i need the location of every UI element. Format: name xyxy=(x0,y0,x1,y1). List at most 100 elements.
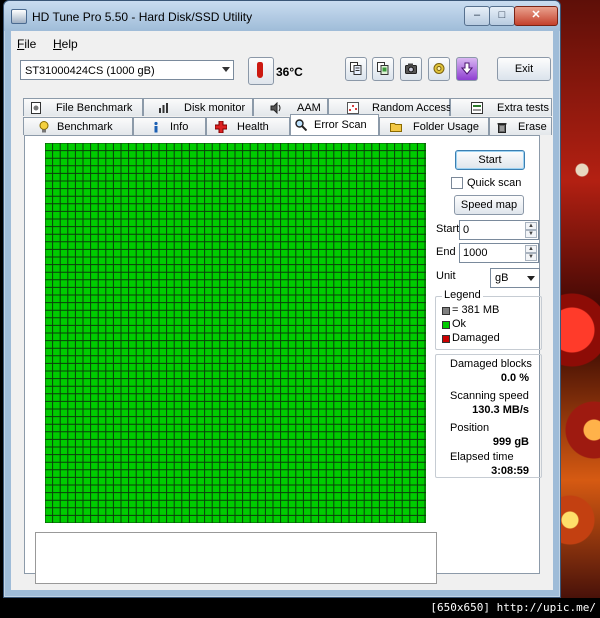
damaged-blocks-value: 0.0 % xyxy=(500,372,529,384)
position-value: 999 gB xyxy=(492,436,529,448)
copy-screenshot-button[interactable] xyxy=(372,57,394,81)
copy-screenshot-icon xyxy=(377,62,389,75)
legend-block-size: = 381 MB xyxy=(452,304,500,316)
unit-select-value: gB xyxy=(495,272,509,284)
scan-block-map xyxy=(45,143,426,523)
save-icon xyxy=(461,62,473,75)
tab-disk-monitor-label: Disk monitor xyxy=(184,102,246,114)
start-input[interactable]: 0 ▲ ▼ xyxy=(459,220,539,240)
menu-file-label: ile xyxy=(24,37,37,51)
menu-help-mnemonic: H xyxy=(53,37,62,51)
spin-down-icon[interactable]: ▼ xyxy=(525,230,537,238)
file-benchmark-icon xyxy=(31,102,41,114)
menu-bar: File Help xyxy=(11,33,553,53)
elapsed-time-label: Elapsed time xyxy=(450,451,514,463)
legend-ok: Ok xyxy=(452,318,467,330)
folder-icon xyxy=(390,123,402,132)
tab-folder-usage[interactable]: Folder Usage xyxy=(379,117,489,135)
info-icon xyxy=(154,121,158,133)
tab-extra-tests-label: Extra tests xyxy=(497,102,549,114)
image-watermark-bar: [650x650] http://upic.me/ xyxy=(0,598,600,618)
exit-button[interactable]: Exit xyxy=(497,57,551,81)
camera-icon xyxy=(405,63,417,74)
damaged-blocks-label: Damaged blocks xyxy=(450,358,532,370)
copy-info-icon xyxy=(350,62,362,75)
maximize-button[interactable]: □ xyxy=(489,6,515,26)
menu-help[interactable]: Help xyxy=(53,37,78,51)
speaker-icon xyxy=(270,102,281,114)
tab-erase-label: Erase xyxy=(518,121,547,133)
scan-block-grid xyxy=(45,143,426,523)
tab-info[interactable]: Info xyxy=(133,117,206,135)
error-scan-panel: Start Quick scan Speed map Start 0 ▲ ▼ E… xyxy=(24,135,542,584)
tab-disk-monitor[interactable]: Disk monitor xyxy=(143,98,253,116)
tab-info-label: Info xyxy=(170,121,189,133)
chevron-down-icon xyxy=(222,67,230,72)
toolbar: ST31000424CS (1000 gB) 36°C Exit xyxy=(11,54,553,90)
drive-select-value: ST31000424CS (1000 gB) xyxy=(25,65,155,77)
spin-down-icon[interactable]: ▼ xyxy=(525,253,537,261)
copy-info-button[interactable] xyxy=(345,57,367,81)
trash-icon xyxy=(497,123,507,133)
legend-group: Legend = 381 MB Ok Damaged xyxy=(435,289,542,350)
end-input[interactable]: 1000 ▲ ▼ xyxy=(459,243,539,263)
tab-benchmark[interactable]: Benchmark xyxy=(23,117,133,135)
menu-file[interactable]: File xyxy=(17,37,36,51)
legend-swatch-block-size xyxy=(442,307,450,315)
legend-damaged: Damaged xyxy=(452,332,500,344)
start-input-value: 0 xyxy=(463,224,470,236)
camera-button[interactable] xyxy=(400,57,422,81)
tab-extra-tests[interactable]: Extra tests xyxy=(450,98,552,116)
options-icon xyxy=(433,63,445,74)
legend-title: Legend xyxy=(442,289,483,301)
window-client: File Help ST31000424CS (1000 gB) 36°C Ex… xyxy=(11,31,553,590)
unit-label: Unit xyxy=(436,270,456,282)
tab-folder-usage-label: Folder Usage xyxy=(413,121,480,133)
spin-up-icon[interactable]: ▲ xyxy=(525,222,537,230)
app-window: HD Tune Pro 5.50 - Hard Disk/SSD Utility… xyxy=(3,0,561,598)
close-button[interactable]: ✕ xyxy=(514,6,558,26)
extra-tests-icon xyxy=(471,102,483,114)
start-scan-button[interactable]: Start xyxy=(455,150,525,170)
legend-swatch-damaged xyxy=(442,335,450,343)
elapsed-time-value: 3:08:59 xyxy=(491,465,529,477)
spin-up-icon[interactable]: ▲ xyxy=(525,245,537,253)
options-button[interactable] xyxy=(428,57,450,81)
scan-stats-group: Damaged blocks 0.0 % Scanning speed 130.… xyxy=(435,354,542,478)
tab-health[interactable]: Health xyxy=(206,117,290,135)
tab-benchmark-label: Benchmark xyxy=(57,121,113,133)
disk-monitor-icon xyxy=(159,103,168,113)
tab-file-benchmark[interactable]: File Benchmark xyxy=(23,98,143,116)
quick-scan-checkbox[interactable] xyxy=(451,177,463,189)
magnifier-icon xyxy=(295,119,307,131)
thermometer-icon xyxy=(257,62,263,78)
tab-error-scan-label: Error Scan xyxy=(314,119,367,131)
end-input-value: 1000 xyxy=(463,247,488,259)
legend-swatch-ok xyxy=(442,321,450,329)
position-label: Position xyxy=(450,422,490,434)
menu-help-label: elp xyxy=(61,37,78,51)
quick-scan-label: Quick scan xyxy=(467,177,522,189)
tab-health-label: Health xyxy=(237,121,269,133)
drive-select[interactable]: ST31000424CS (1000 gB) xyxy=(20,60,234,80)
temperature-value: 36°C xyxy=(276,65,303,79)
title-bar[interactable]: HD Tune Pro 5.50 - Hard Disk/SSD Utility… xyxy=(4,1,560,31)
health-cross-icon xyxy=(215,121,227,133)
window-title: HD Tune Pro 5.50 - Hard Disk/SSD Utility xyxy=(32,10,253,24)
start-label: Start xyxy=(436,223,460,235)
random-access-icon xyxy=(347,102,359,114)
scanning-speed-value: 130.3 MB/s xyxy=(472,404,529,416)
chevron-down-icon xyxy=(527,276,535,281)
tab-erase[interactable]: Erase xyxy=(489,117,552,135)
tab-error-scan[interactable]: Error Scan xyxy=(290,114,379,135)
lightbulb-icon xyxy=(39,121,49,133)
app-icon xyxy=(11,9,27,24)
scan-log-area xyxy=(35,532,437,584)
minimize-button[interactable]: – xyxy=(464,6,490,26)
speed-map-button[interactable]: Speed map xyxy=(454,195,524,215)
save-button[interactable] xyxy=(456,57,478,81)
temperature-button[interactable] xyxy=(248,57,274,85)
unit-select[interactable]: gB xyxy=(490,268,540,288)
watermark-text: [650x650] http://upic.me/ xyxy=(430,601,596,614)
tab-random-access-label: Random Access xyxy=(372,102,452,114)
